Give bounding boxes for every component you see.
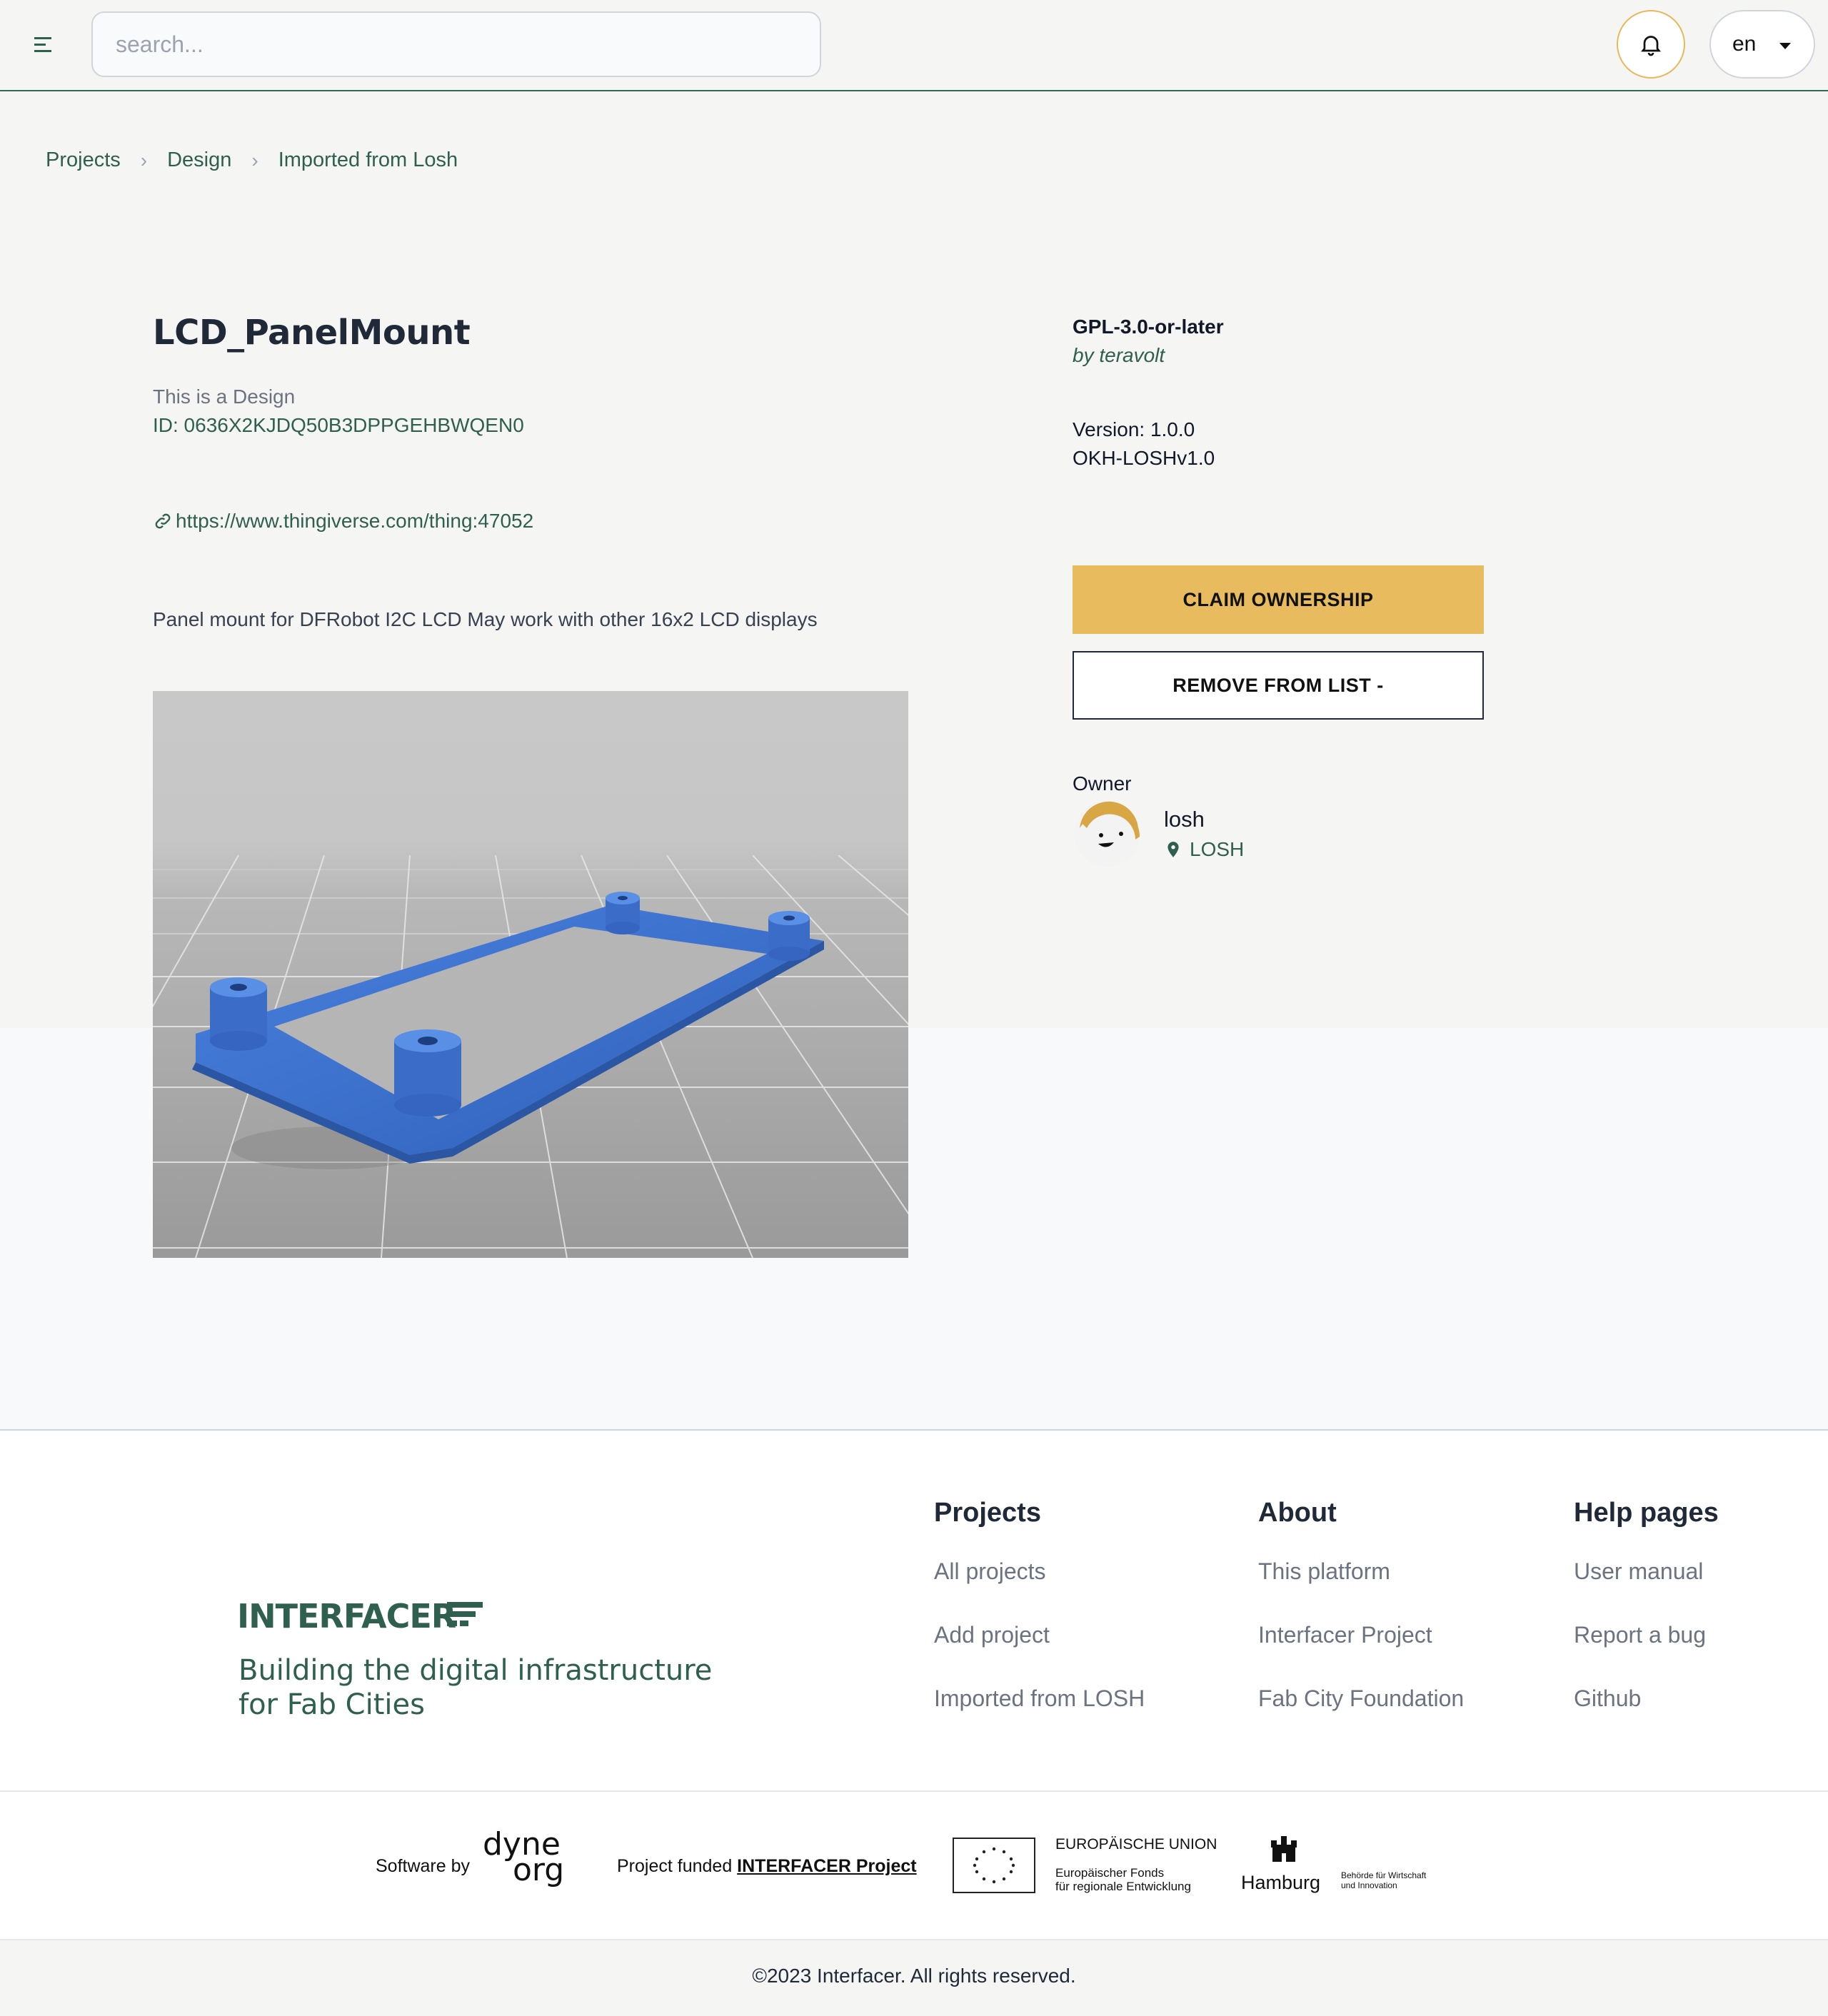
tagline-line-2: for Fab Cities: [238, 1688, 425, 1721]
spec-version: OKH-LOSHv1.0: [1073, 447, 1215, 469]
footer-link[interactable]: Fab City Foundation: [1258, 1685, 1464, 1712]
remove-from-list-button[interactable]: REMOVE FROM LIST -: [1073, 651, 1484, 720]
link-icon: [155, 513, 171, 529]
project-title: LCD_PanelMount: [153, 313, 471, 353]
footer-link[interactable]: Report a bug: [1574, 1622, 1719, 1648]
software-by-label: Software by: [376, 1856, 471, 1876]
search-field[interactable]: [91, 11, 824, 77]
notifications-button[interactable]: [1617, 10, 1685, 79]
menu-icon[interactable]: [33, 33, 57, 57]
chevron-down-icon: [1779, 43, 1791, 49]
license: GPL-3.0-or-later: [1073, 316, 1224, 338]
footer-heading: Projects: [934, 1498, 1041, 1528]
search-input[interactable]: [93, 13, 824, 76]
project-id: ID: 0636X2KJDQ50B3DPPGEHBWQEN0: [153, 414, 524, 436]
footer-heading: About: [1258, 1498, 1337, 1528]
hamburg-authority: Behörde für Wirtschaft und Innovation: [1341, 1870, 1426, 1890]
footer-link[interactable]: This platform: [1258, 1558, 1464, 1585]
footer-column-about: About This platform Interfacer Project F…: [1258, 1498, 1464, 1712]
version: Version: 1.0.0: [1073, 418, 1195, 440]
bell-icon: [1641, 36, 1661, 56]
eu-line-2: für regionale Entwicklung: [1055, 1880, 1191, 1893]
footer-link[interactable]: Github: [1574, 1685, 1719, 1712]
eu-title: EUROPÄISCHE UNION: [1055, 1836, 1217, 1853]
project-type: This is a Design: [153, 385, 296, 408]
avatar[interactable]: [1073, 800, 1141, 868]
breadcrumb-design[interactable]: Design: [167, 148, 231, 172]
location-pin-icon: [1167, 842, 1179, 857]
project-description: Panel mount for DFRobot I2C LCD May work…: [153, 608, 818, 630]
dyne-logo[interactable]: dyne org: [483, 1829, 564, 1886]
owner-location: LOSH: [1164, 838, 1244, 861]
author[interactable]: by teravolt: [1073, 344, 1165, 367]
footer-heading: Help pages: [1574, 1498, 1719, 1528]
project-link[interactable]: https://www.thingiverse.com/thing:47052: [153, 510, 533, 533]
footer-column-help: Help pages User manual Report a bug Gith…: [1574, 1498, 1719, 1712]
tagline-line-1: Building the digital infrastructure: [238, 1654, 713, 1687]
hamburg-castle-icon: [1268, 1835, 1300, 1867]
language-select[interactable]: en: [1709, 10, 1815, 79]
breadcrumb-projects[interactable]: Projects: [46, 148, 121, 172]
project-link-text[interactable]: https://www.thingiverse.com/thing:47052: [176, 510, 533, 533]
project-image: [153, 691, 908, 1258]
footer-link[interactable]: Imported from LOSH: [934, 1685, 1145, 1712]
eu-fund-text: Europäischer Fonds für regionale Entwick…: [1055, 1866, 1191, 1893]
eu-flag-icon: [953, 1838, 1035, 1893]
funded-text: Project funded INTERFACER Project: [617, 1856, 917, 1877]
funded-label: Project funded: [617, 1856, 733, 1876]
eu-line-1: Europäischer Fonds: [1055, 1866, 1165, 1880]
interfacer-project-link[interactable]: INTERFACER Project: [737, 1856, 916, 1876]
chevron-right-icon: ›: [251, 148, 258, 171]
footer-link[interactable]: All projects: [934, 1558, 1145, 1585]
hamburg-line-1: Behörde für Wirtschaft: [1341, 1870, 1427, 1880]
footer-link[interactable]: User manual: [1574, 1558, 1719, 1585]
footer-column-projects: Projects All projects Add project Import…: [934, 1498, 1145, 1712]
copyright: ©2023 Interfacer. All rights reserved.: [752, 1965, 1076, 1987]
owner-location-text: LOSH: [1190, 838, 1245, 860]
language-value: en: [1732, 32, 1757, 56]
logo-text: INTERFACER: [237, 1598, 456, 1632]
footer-link[interactable]: Interfacer Project: [1258, 1622, 1464, 1648]
owner-label: Owner: [1073, 772, 1132, 795]
footer-tagline: Building the digital infrastructure for …: [238, 1653, 712, 1722]
interfacer-logo: INTERFACER: [237, 1597, 483, 1636]
hamburg-label: Hamburg: [1241, 1872, 1321, 1893]
hamburg-line-2: und Innovation: [1341, 1880, 1397, 1890]
footer-link[interactable]: Add project: [934, 1622, 1145, 1648]
breadcrumb: Projects › Design › Imported from Losh: [46, 148, 458, 172]
breadcrumb-imported[interactable]: Imported from Losh: [278, 148, 458, 172]
owner-name[interactable]: losh: [1164, 807, 1205, 832]
chevron-right-icon: ›: [140, 148, 148, 171]
claim-ownership-button[interactable]: CLAIM OWNERSHIP: [1073, 565, 1484, 634]
